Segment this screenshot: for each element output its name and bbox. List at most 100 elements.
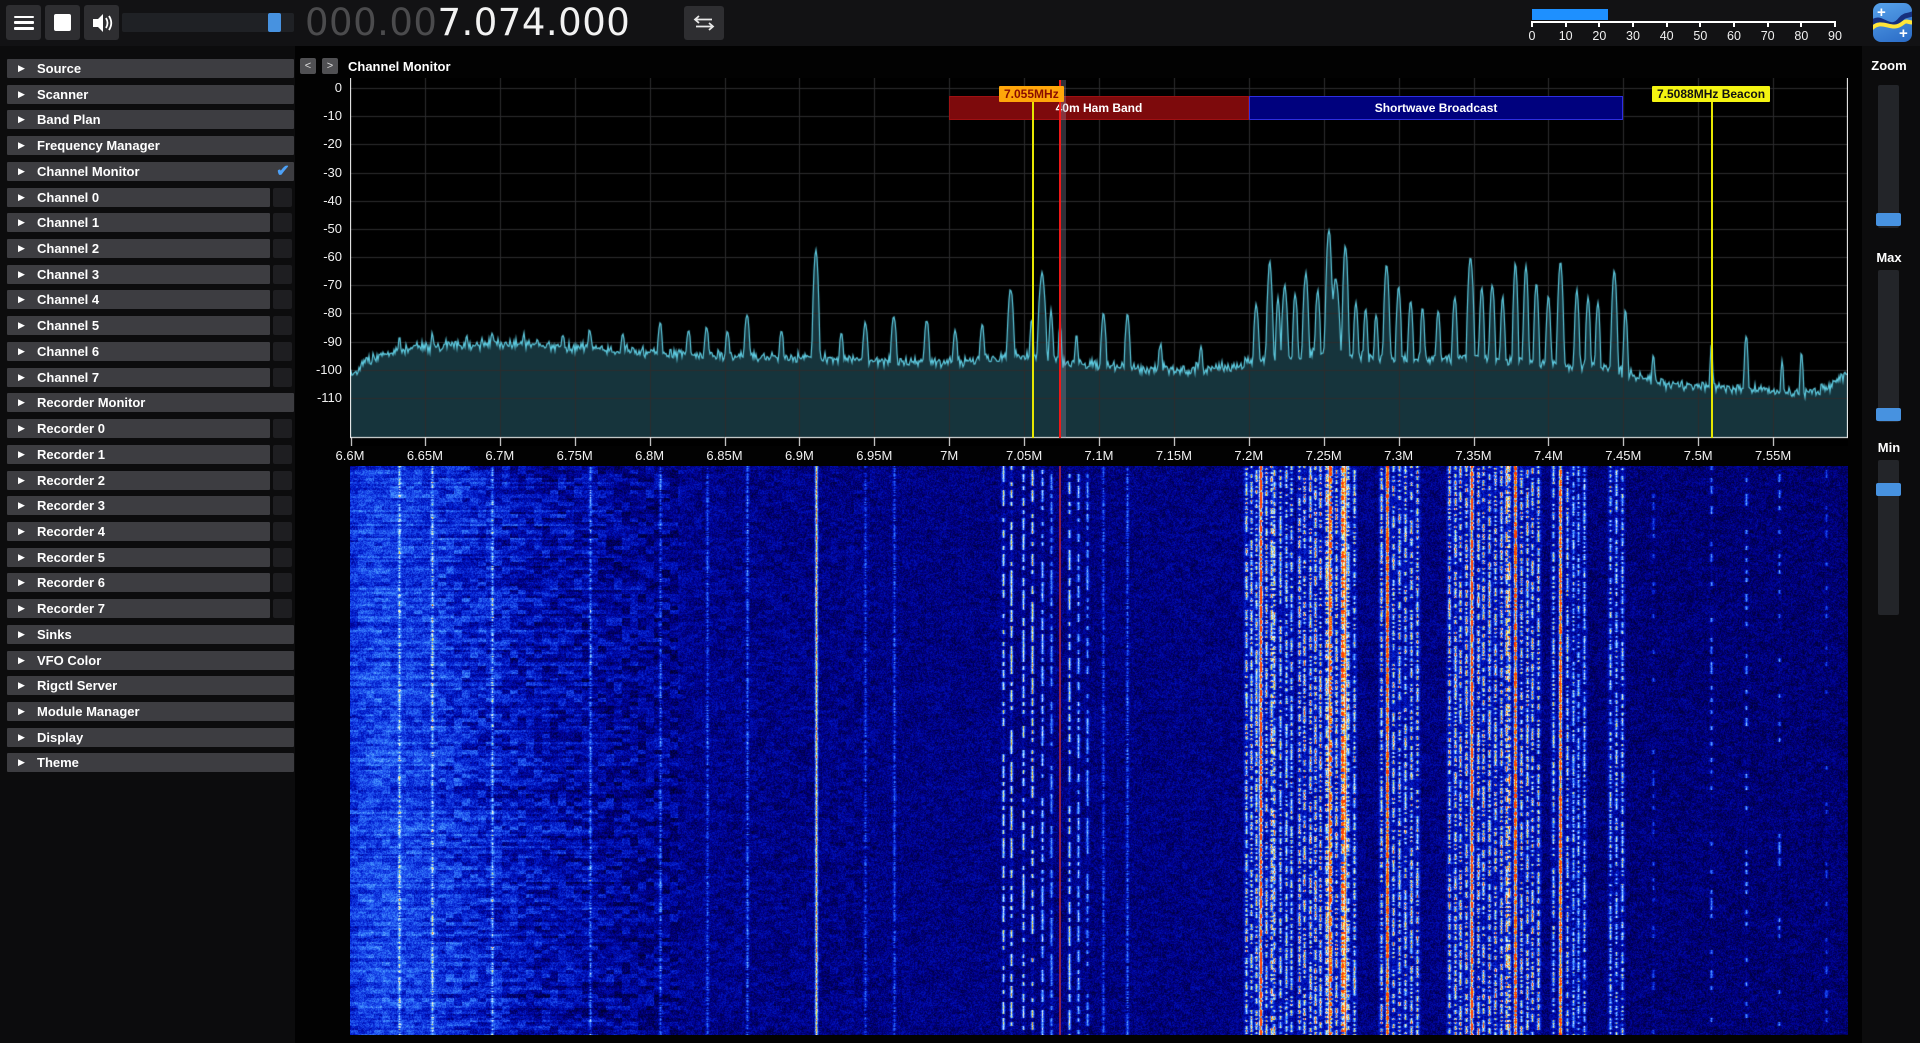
sidebar-item-display[interactable]: ▶Display: [7, 728, 294, 747]
sidebar-item-frequency-manager[interactable]: ▶Frequency Manager: [7, 136, 294, 155]
enable-checkbox[interactable]: [273, 548, 292, 567]
sidebar-item-source[interactable]: ▶Source: [7, 59, 294, 78]
enable-checkbox[interactable]: [273, 419, 292, 438]
sidebar-item-bar[interactable]: ▶Channel 0: [7, 188, 270, 207]
enable-checkbox[interactable]: [273, 188, 292, 207]
collapse-arrow-icon: ▶: [18, 372, 32, 383]
sidebar-item-bar[interactable]: ▶Recorder 0: [7, 419, 270, 438]
snr-tick: [1767, 21, 1769, 27]
zoom-slider-handle[interactable]: [1876, 213, 1901, 226]
sidebar-item-bar[interactable]: ▶Recorder 4: [7, 522, 270, 541]
enable-checkbox[interactable]: [273, 573, 292, 592]
enable-checkbox[interactable]: [273, 213, 292, 232]
volume-slider[interactable]: [122, 13, 294, 32]
min-slider-handle[interactable]: [1876, 483, 1901, 496]
sidebar-item-recorder-4[interactable]: ▶Recorder 4: [7, 522, 294, 541]
frequency-dim-digits[interactable]: 000.00: [305, 1, 437, 44]
sidebar-item-recorder-1[interactable]: ▶Recorder 1: [7, 445, 294, 464]
sidebar-item-bar[interactable]: ▶Recorder Monitor: [7, 393, 294, 412]
sidebar-item-channel-monitor[interactable]: ▶Channel Monitor✔: [7, 162, 294, 181]
sidebar-item-bar[interactable]: ▶Channel 2: [7, 239, 270, 258]
sidebar-item-bar[interactable]: ▶Recorder 7: [7, 599, 270, 618]
sidebar-item-bar[interactable]: ▶Scanner: [7, 85, 294, 104]
sidebar-item-recorder-2[interactable]: ▶Recorder 2: [7, 471, 294, 490]
enable-checkbox[interactable]: [273, 471, 292, 490]
tab-prev-button[interactable]: <: [300, 58, 316, 74]
db-axis-label: -40: [296, 194, 342, 208]
stop-button[interactable]: [45, 5, 80, 40]
sidebar-item-bar[interactable]: ▶Recorder 6: [7, 573, 270, 592]
enable-checkbox[interactable]: [273, 316, 292, 335]
sidebar-item-bar[interactable]: ▶Channel 5: [7, 316, 270, 335]
sidebar-item-rigctl-server[interactable]: ▶Rigctl Server: [7, 676, 294, 695]
sidebar-item-module-manager[interactable]: ▶Module Manager: [7, 702, 294, 721]
max-slider-handle[interactable]: [1876, 408, 1901, 421]
sidebar-item-recorder-0[interactable]: ▶Recorder 0: [7, 419, 294, 438]
sidebar-item-bar[interactable]: ▶Sinks: [7, 625, 294, 644]
sidebar-item-channel-2[interactable]: ▶Channel 2: [7, 239, 294, 258]
sidebar-item-channel-5[interactable]: ▶Channel 5: [7, 316, 294, 335]
sidebar-item-bar[interactable]: ▶VFO Color: [7, 651, 294, 670]
band-shortwave-broadcast: Shortwave Broadcast: [1249, 96, 1624, 120]
enable-checkbox[interactable]: [273, 599, 292, 618]
sidebar-item-label: Channel 6: [37, 344, 99, 359]
tab-next-button[interactable]: >: [322, 58, 338, 74]
sidebar-item-bar[interactable]: ▶Channel 1: [7, 213, 270, 232]
sidebar-item-bar[interactable]: ▶Channel Monitor: [7, 162, 294, 181]
sidebar-item-label: Display: [37, 730, 83, 745]
sidebar-item-label: Recorder 4: [37, 524, 105, 539]
enable-checkbox[interactable]: [273, 522, 292, 541]
sidebar-item-bar[interactable]: ▶Module Manager: [7, 702, 294, 721]
sidebar-item-bar[interactable]: ▶Rigctl Server: [7, 676, 294, 695]
waterfall-canvas[interactable]: [350, 466, 1848, 1035]
sidebar-item-bar[interactable]: ▶Recorder 2: [7, 471, 270, 490]
sidebar-item-band-plan[interactable]: ▶Band Plan: [7, 110, 294, 129]
sidebar-item-bar[interactable]: ▶Source: [7, 59, 294, 78]
sidebar-item-theme[interactable]: ▶Theme: [7, 753, 294, 772]
sidebar-item-bar[interactable]: ▶Recorder 5: [7, 548, 270, 567]
marker-line-7055: [1032, 102, 1034, 438]
sidebar-item-recorder-5[interactable]: ▶Recorder 5: [7, 548, 294, 567]
sidebar-item-bar[interactable]: ▶Theme: [7, 753, 294, 772]
sidebar-item-channel-0[interactable]: ▶Channel 0: [7, 188, 294, 207]
sidebar-item-vfo-color[interactable]: ▶VFO Color: [7, 651, 294, 670]
checkmark-icon[interactable]: ✔: [272, 161, 294, 180]
sidebar-item-bar[interactable]: ▶Channel 4: [7, 290, 270, 309]
enable-checkbox[interactable]: [273, 368, 292, 387]
sidebar-item-bar[interactable]: ▶Channel 3: [7, 265, 270, 284]
enable-checkbox[interactable]: [273, 239, 292, 258]
sidebar-item-bar[interactable]: ▶Recorder 1: [7, 445, 270, 464]
sidebar-item-recorder-monitor[interactable]: ▶Recorder Monitor: [7, 393, 294, 412]
mute-button[interactable]: [84, 5, 119, 40]
sidebar-item-bar[interactable]: ▶Channel 7: [7, 368, 270, 387]
sidebar-item-recorder-3[interactable]: ▶Recorder 3: [7, 496, 294, 515]
sidebar-item-bar[interactable]: ▶Display: [7, 728, 294, 747]
frequency-display[interactable]: 000.007.074.000: [305, 0, 630, 46]
sidebar-item-bar[interactable]: ▶Recorder 3: [7, 496, 270, 515]
menu-button[interactable]: [6, 5, 41, 40]
max-slider[interactable]: [1878, 270, 1899, 422]
tuning-mode-button[interactable]: [684, 6, 724, 40]
zoom-slider[interactable]: [1878, 85, 1899, 228]
sidebar-item-bar[interactable]: ▶Band Plan: [7, 110, 294, 129]
sidebar-item-bar[interactable]: ▶Frequency Manager: [7, 136, 294, 155]
sidebar-item-channel-1[interactable]: ▶Channel 1: [7, 213, 294, 232]
enable-checkbox[interactable]: [273, 265, 292, 284]
sidebar-item-sinks[interactable]: ▶Sinks: [7, 625, 294, 644]
frequency-active-digits[interactable]: 7.074.000: [437, 1, 630, 44]
sidebar-item-channel-4[interactable]: ▶Channel 4: [7, 290, 294, 309]
volume-slider-handle[interactable]: [268, 13, 281, 32]
collapse-arrow-icon: ▶: [18, 243, 32, 254]
sidebar-item-recorder-6[interactable]: ▶Recorder 6: [7, 573, 294, 592]
sidebar-item-scanner[interactable]: ▶Scanner: [7, 85, 294, 104]
sidebar-item-channel-3[interactable]: ▶Channel 3: [7, 265, 294, 284]
enable-checkbox[interactable]: [273, 496, 292, 515]
enable-checkbox[interactable]: [273, 445, 292, 464]
sidebar-item-bar[interactable]: ▶Channel 6: [7, 342, 270, 361]
enable-checkbox[interactable]: [273, 290, 292, 309]
sidebar-item-channel-6[interactable]: ▶Channel 6: [7, 342, 294, 361]
fft-spectrum-canvas[interactable]: [350, 78, 1848, 446]
sidebar-item-channel-7[interactable]: ▶Channel 7: [7, 368, 294, 387]
sidebar-item-recorder-7[interactable]: ▶Recorder 7: [7, 599, 294, 618]
enable-checkbox[interactable]: [273, 342, 292, 361]
